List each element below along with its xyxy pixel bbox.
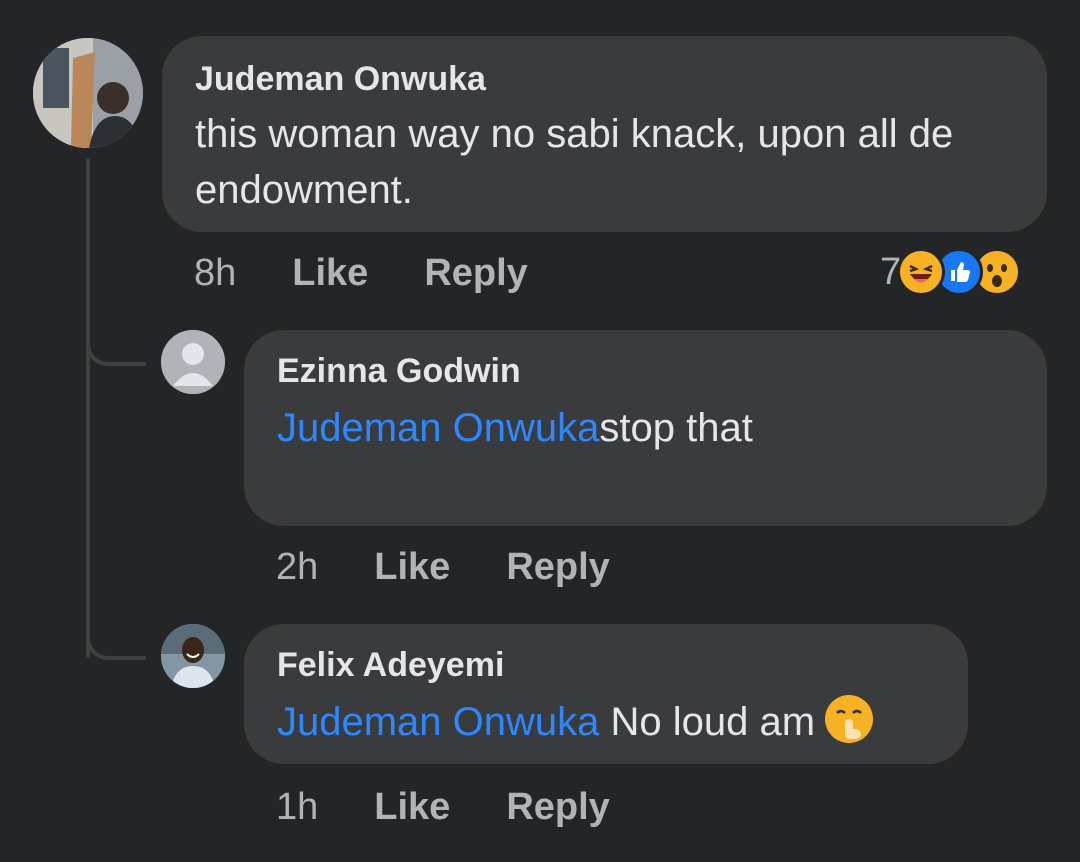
profile-photo — [161, 624, 225, 688]
reply-text: Judeman Onwukastop that — [277, 400, 1037, 456]
reply-text-content: stop that — [599, 406, 753, 450]
shushing-face-icon — [825, 695, 874, 743]
reply-author[interactable]: Ezinna Godwin — [277, 352, 521, 391]
reply-text-content: No loud am — [599, 700, 816, 744]
reply-timestamp[interactable]: 1h — [276, 786, 318, 829]
comment-bubble: Judeman Onwuka this woman way no sabi kn… — [162, 36, 1047, 232]
profile-photo — [33, 38, 143, 148]
like-button[interactable]: Like — [374, 546, 450, 589]
comment-author[interactable]: Judeman Onwuka — [195, 60, 486, 99]
reply-timestamp[interactable]: 2h — [276, 546, 318, 589]
mention-link[interactable]: Judeman Onwuka — [277, 406, 599, 450]
reply-bubble: Felix Adeyemi Judeman Onwuka No loud am — [244, 624, 968, 764]
reply-actions: 2h Like Reply — [276, 546, 666, 589]
reply-button[interactable]: Reply — [506, 546, 609, 589]
haha-icon — [897, 248, 946, 296]
reactions-summary[interactable]: 7 — [880, 248, 1022, 296]
reply-branch-line — [86, 300, 146, 366]
comment-text: this woman way no sabi knack, upon all d… — [195, 112, 954, 212]
like-button[interactable]: Like — [292, 252, 368, 295]
avatar[interactable] — [33, 38, 143, 148]
reply-button[interactable]: Reply — [506, 786, 609, 829]
comment-timestamp[interactable]: 8h — [194, 252, 236, 295]
reply-text: Judeman Onwuka No loud am — [277, 694, 957, 750]
default-avatar-icon[interactable] — [161, 330, 225, 394]
reply-bubble: Ezinna Godwin Judeman Onwukastop that — [244, 330, 1047, 526]
reply-button[interactable]: Reply — [424, 252, 527, 295]
avatar[interactable] — [161, 624, 225, 688]
comment-actions: 8h Like Reply — [194, 252, 584, 295]
comment-thread: Judeman Onwuka this woman way no sabi kn… — [0, 0, 1080, 862]
like-button[interactable]: Like — [374, 786, 450, 829]
reply-actions: 1h Like Reply — [276, 786, 666, 829]
mention-link[interactable]: Judeman Onwuka — [277, 700, 599, 744]
thread-connector-line — [86, 158, 90, 658]
reply-author[interactable]: Felix Adeyemi — [277, 646, 504, 685]
reply-branch-line — [86, 596, 146, 660]
